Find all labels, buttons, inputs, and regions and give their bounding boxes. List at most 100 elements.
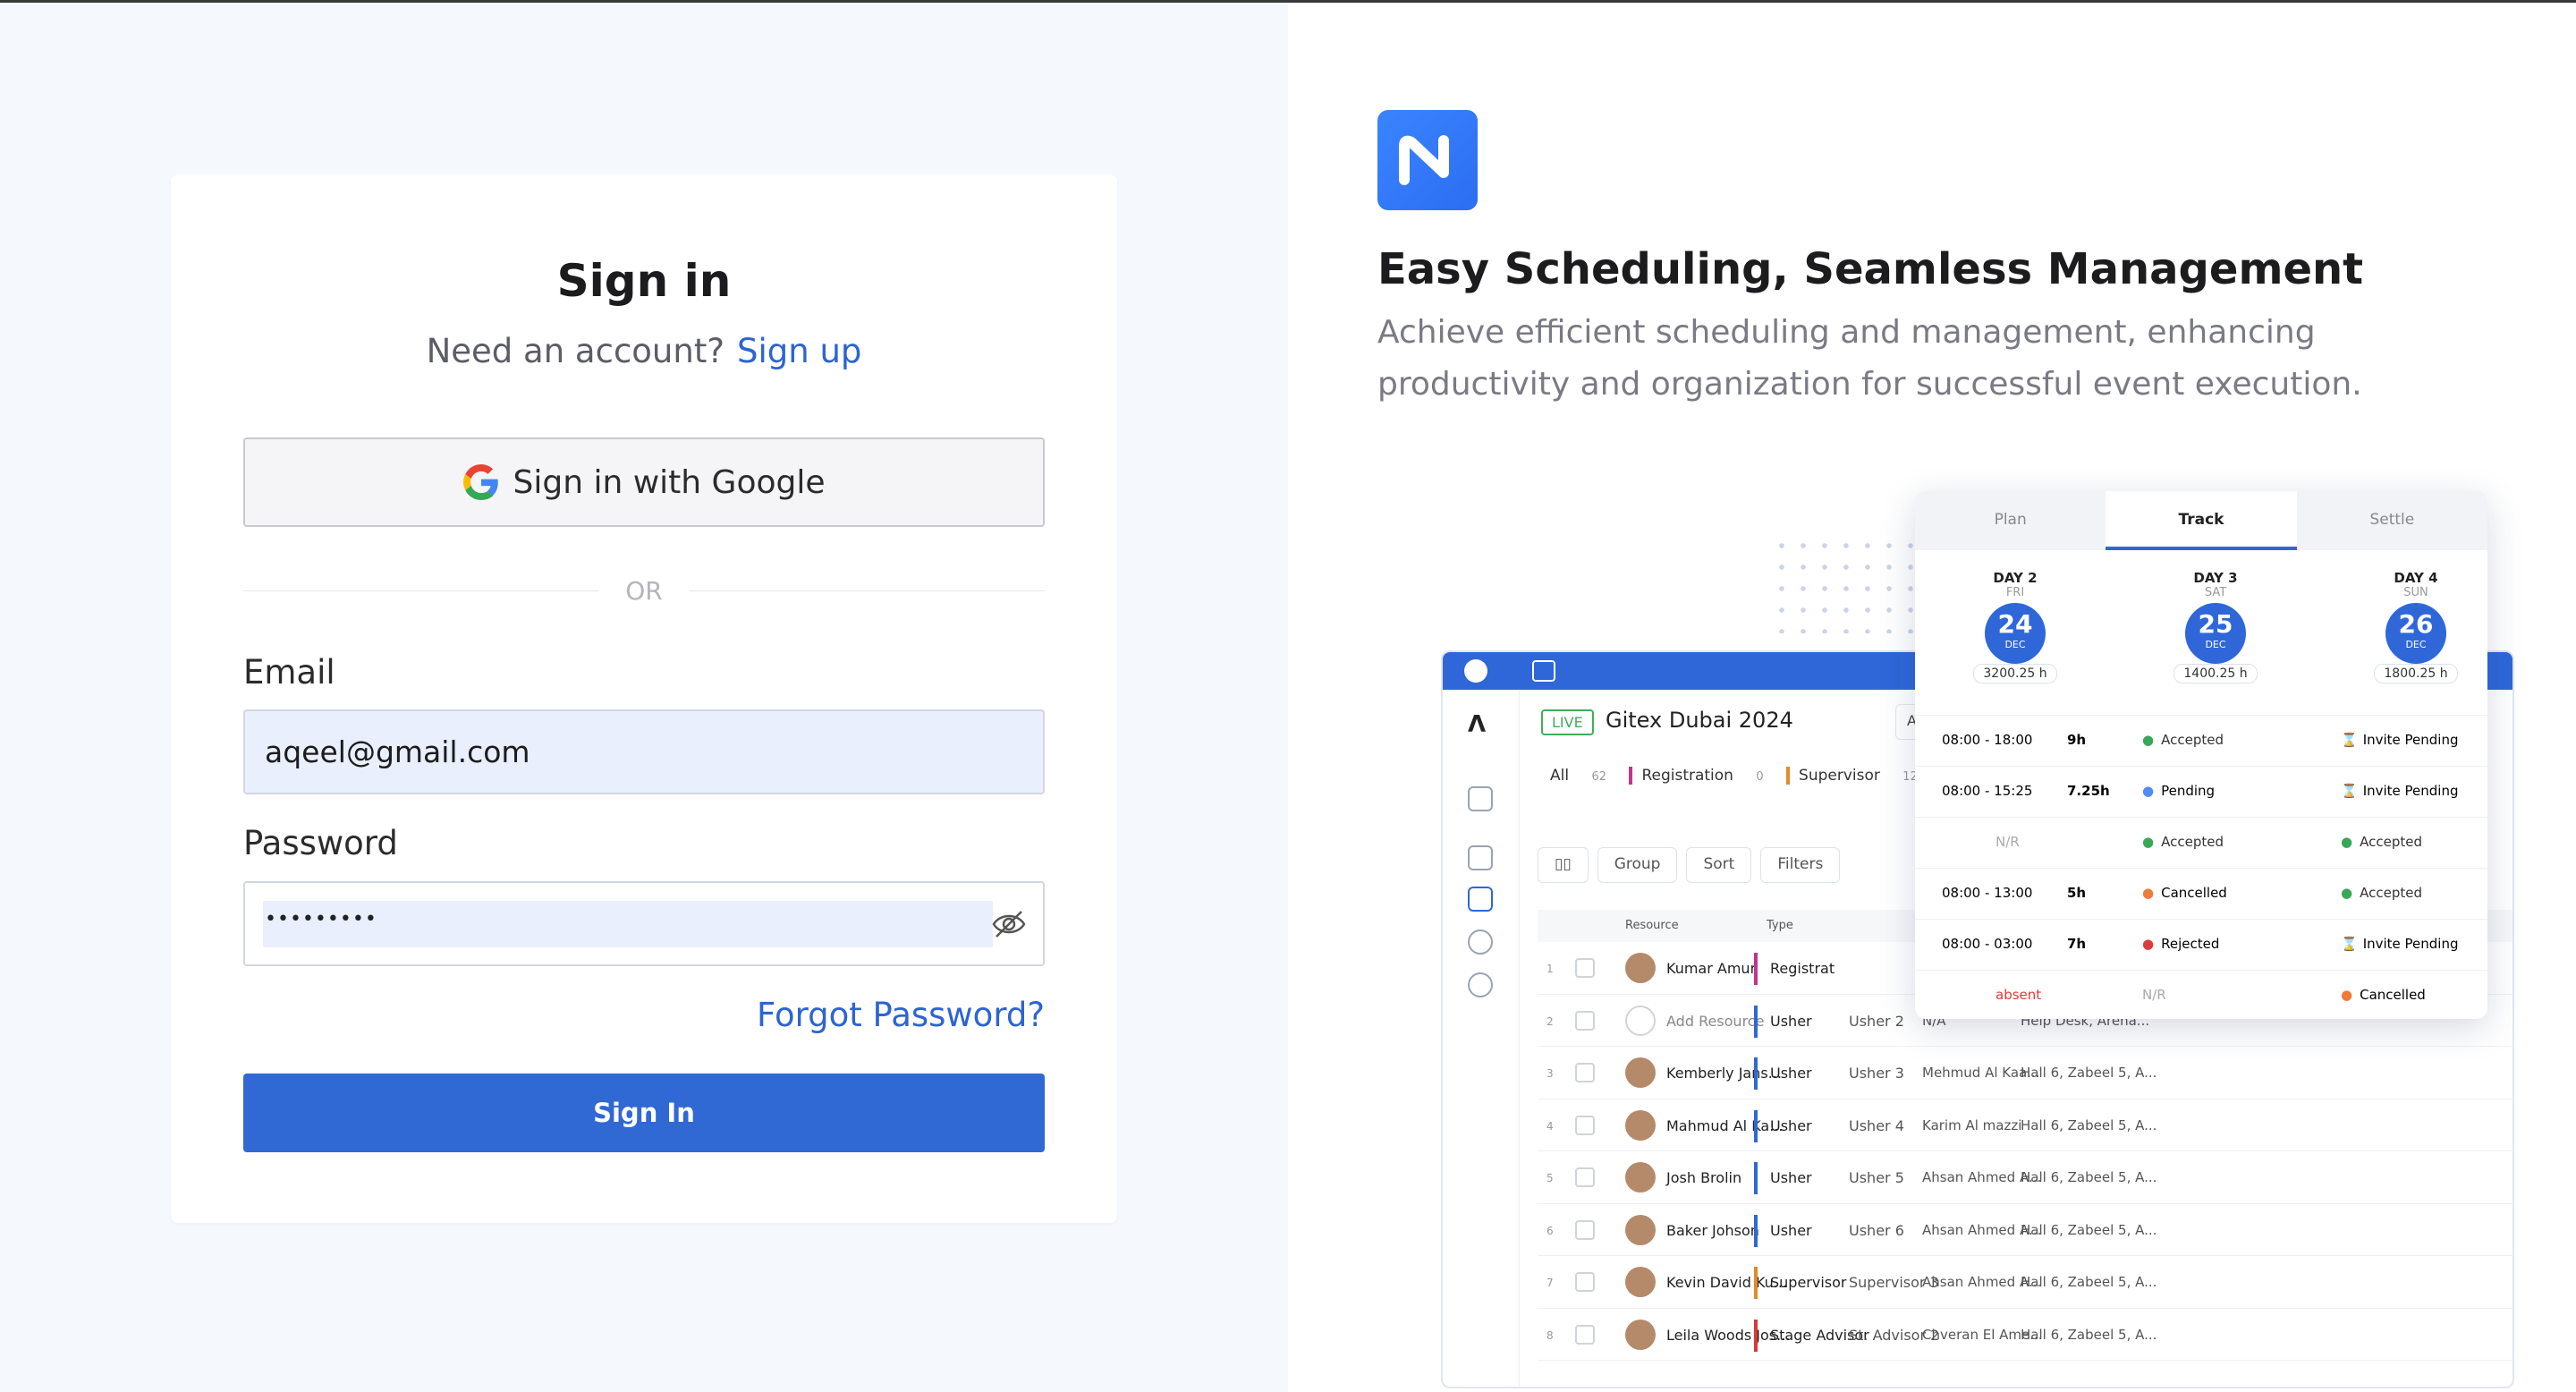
date-circle: 25 DEC bbox=[2185, 603, 2246, 664]
weekday-label: FRI bbox=[2005, 586, 2025, 599]
row-number: 1 bbox=[1546, 963, 1554, 975]
row-checkbox bbox=[1575, 1167, 1595, 1187]
filter-registration-count: 0 bbox=[1756, 770, 1764, 784]
schedule-preview: Plan Track Settle DAY 2 FRI 24 DEC 3200.25 h… bbox=[1915, 491, 2487, 1019]
plus-icon bbox=[1468, 786, 1493, 811]
signup-link[interactable]: Sign up bbox=[737, 332, 861, 370]
google-signin-button[interactable]: Sign in with Google bbox=[243, 437, 1045, 527]
password-field[interactable]: ••••••••• bbox=[243, 881, 1045, 966]
status-badge: Cancelled bbox=[2142, 885, 2227, 901]
row-checkbox bbox=[1575, 1063, 1595, 1082]
status-badge: Invite Pending bbox=[2341, 732, 2459, 748]
promo-panel: Easy Scheduling, Seamless Management Ach… bbox=[1288, 3, 2576, 1392]
resource-location: Hall 6, Zabeel 5, A... bbox=[2021, 1169, 2157, 1185]
schedule-tabs: Plan Track Settle bbox=[1915, 491, 2487, 550]
app-sidebar: Λ bbox=[1443, 690, 1520, 1387]
row-checkbox bbox=[1575, 1219, 1595, 1240]
resource-type: Usher bbox=[1754, 1057, 1812, 1090]
shift-duration: 5h bbox=[2067, 885, 2087, 901]
shift-time: absent bbox=[1996, 987, 2042, 1003]
resource-location: Hall 6, Zabeel 5, A... bbox=[2021, 1274, 2157, 1290]
avatar bbox=[1625, 953, 1656, 983]
row-checkbox bbox=[1575, 1115, 1595, 1135]
resource-location: Hall 6, Zabeel 5, A... bbox=[2021, 1221, 2157, 1238]
date-circle: 26 DEC bbox=[2385, 603, 2446, 664]
row-checkbox bbox=[1575, 1010, 1595, 1031]
avatar bbox=[1625, 1214, 1656, 1245]
resource-role: Usher 5 bbox=[1849, 1169, 1904, 1186]
table-toolbar: ▯▯ Group Sort Filters bbox=[1538, 847, 1841, 883]
or-text: OR bbox=[625, 575, 663, 606]
day-header: DAY 4 SUN 26 DEC 1800.25 h bbox=[2316, 570, 2487, 683]
col-type: Type bbox=[1767, 919, 1793, 932]
date-month: DEC bbox=[2405, 639, 2427, 650]
day-label: DAY 3 bbox=[2193, 570, 2238, 586]
shift-duration: 9h bbox=[2067, 732, 2087, 748]
resource-name: Baker Johson bbox=[1666, 1221, 1759, 1239]
status-badge: N/R bbox=[2142, 987, 2166, 1003]
date-month: DEC bbox=[2004, 639, 2026, 650]
resource-name: Kumar Amur bbox=[1666, 960, 1757, 977]
divider-line bbox=[689, 590, 1045, 591]
sort-button: Sort bbox=[1686, 847, 1752, 883]
or-divider: OR bbox=[243, 573, 1045, 608]
avatar bbox=[1625, 1162, 1656, 1193]
schedule-row: N/R Accepted Accepted bbox=[1915, 817, 2487, 868]
status-badge: Rejected bbox=[2142, 936, 2219, 952]
date-month: DEC bbox=[2205, 639, 2226, 650]
compass-icon bbox=[1464, 659, 1487, 683]
schedule-row: 08:00 - 15:25 7.25h Pending Invite Pending bbox=[1915, 766, 2487, 817]
table-row: 5 Josh Brolin Usher Usher 5 Ahsan Ahmed A...… bbox=[1538, 1151, 2512, 1204]
resource-type: Registrat bbox=[1754, 953, 1835, 985]
date-circle: 24 DEC bbox=[1985, 603, 2046, 664]
filter-all-count: 62 bbox=[1591, 770, 1607, 784]
day-hours: 1800.25 h bbox=[2374, 664, 2458, 683]
calendar-icon bbox=[1468, 887, 1493, 912]
gear-icon bbox=[1468, 972, 1493, 997]
google-button-label: Sign in with Google bbox=[513, 463, 826, 501]
need-account-label: Need an account? bbox=[426, 332, 724, 370]
forgot-password-link[interactable]: Forgot Password? bbox=[757, 996, 1045, 1034]
avatar bbox=[1625, 1267, 1656, 1297]
filter-tabs: All 62 Registration 0 Supervisor 12 bbox=[1538, 767, 1936, 785]
email-field[interactable]: aqeel@gmail.com bbox=[243, 709, 1045, 794]
table-row: 6 Baker Johson Usher Usher 6 Ahsan Ahmed A..… bbox=[1538, 1204, 2512, 1256]
avatar bbox=[1625, 1005, 1656, 1036]
row-number: 5 bbox=[1546, 1172, 1554, 1184]
row-number: 2 bbox=[1546, 1014, 1554, 1028]
filter-registration: Registration bbox=[1629, 767, 1733, 785]
resource-role: Usher 2 bbox=[1849, 1012, 1904, 1030]
row-checkbox bbox=[1575, 958, 1595, 978]
grid-icon bbox=[1468, 845, 1493, 870]
divider-line bbox=[243, 590, 599, 591]
table-row: 4 Mahmud Al Ka... Usher Usher 4 Karim Al maz… bbox=[1538, 1099, 2512, 1151]
columns-icon: ▯▯ bbox=[1538, 847, 1589, 883]
status-badge: Accepted bbox=[2341, 834, 2422, 850]
signin-panel: Sign in Need an account? Sign up Sign in … bbox=[0, 3, 1288, 1392]
resource-type: Usher bbox=[1754, 1162, 1812, 1194]
avatar bbox=[1625, 1109, 1656, 1141]
eye-off-icon[interactable] bbox=[991, 908, 1027, 940]
date-number: 24 bbox=[1997, 609, 2033, 639]
day-hours: 1400.25 h bbox=[2174, 664, 2258, 683]
signin-submit-button[interactable]: Sign In bbox=[243, 1074, 1045, 1152]
schedule-row: 08:00 - 18:00 9h Accepted Invite Pending bbox=[1915, 715, 2487, 766]
avatar bbox=[1625, 1319, 1656, 1350]
status-badge: Accepted bbox=[2142, 732, 2224, 748]
event-title: Gitex Dubai 2024 bbox=[1606, 708, 1793, 733]
day-header: DAY 2 FRI 24 DEC 3200.25 h bbox=[1915, 570, 2115, 683]
signin-card: Sign in Need an account? Sign up Sign in … bbox=[171, 174, 1117, 1223]
resource-type: Usher bbox=[1754, 1214, 1812, 1247]
day-label: DAY 2 bbox=[1993, 570, 2038, 586]
shift-time: 08:00 - 18:00 bbox=[1942, 732, 2033, 748]
tab-track: Track bbox=[2106, 491, 2297, 550]
day-hours: 3200.25 h bbox=[1973, 664, 2057, 683]
resource-name: Josh Brolin bbox=[1666, 1169, 1742, 1186]
row-number: 6 bbox=[1546, 1224, 1554, 1237]
shift-time: 08:00 - 03:00 bbox=[1942, 936, 2033, 952]
status-badge: Accepted bbox=[2142, 834, 2224, 850]
resource-type: Usher bbox=[1754, 1005, 1812, 1038]
shift-time: 08:00 - 13:00 bbox=[1942, 885, 2033, 901]
weekday-label: SUN bbox=[2403, 586, 2428, 599]
resource-role: Usher 6 bbox=[1849, 1221, 1904, 1239]
